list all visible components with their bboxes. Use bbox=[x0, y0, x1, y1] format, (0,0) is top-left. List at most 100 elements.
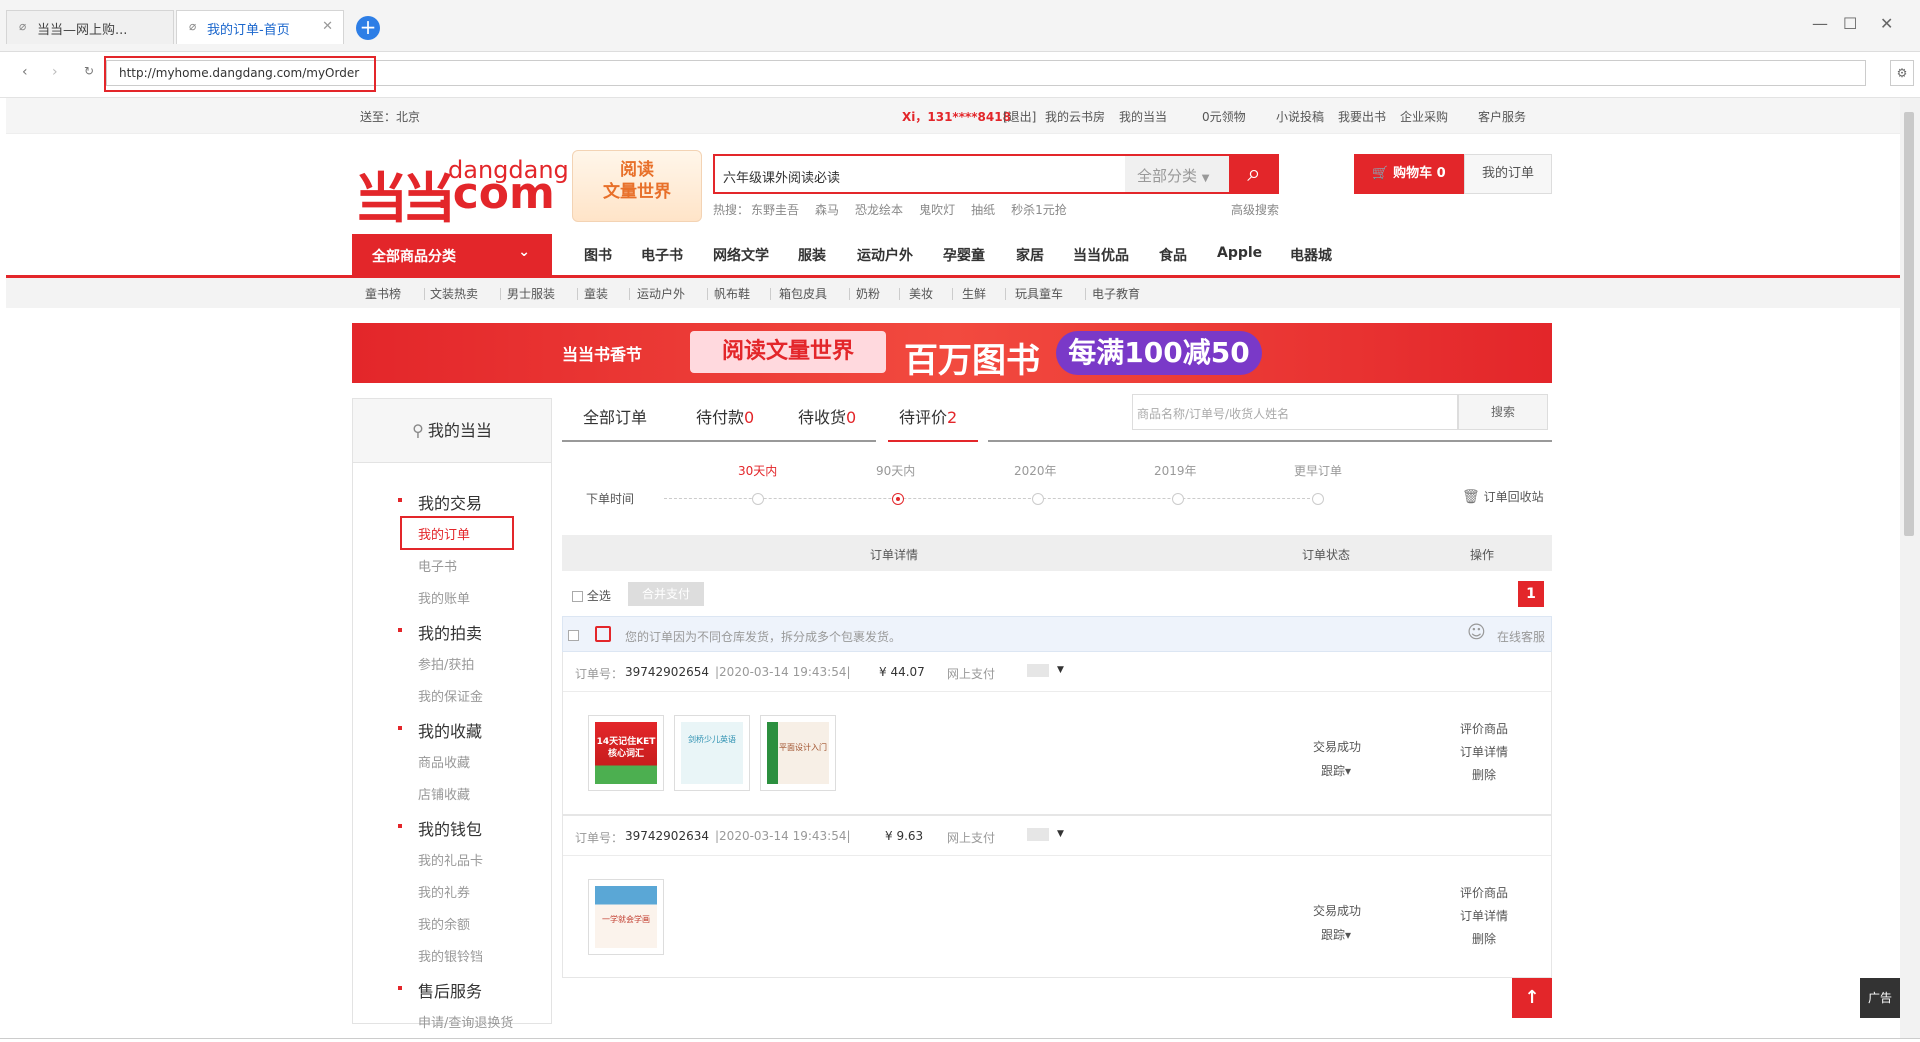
notice-checkbox[interactable] bbox=[568, 628, 579, 642]
nav-item[interactable]: 食品 bbox=[1159, 245, 1187, 265]
reading-promo-badge[interactable]: 阅读 文量世界 bbox=[572, 150, 702, 222]
dangdang-logo[interactable]: 当当 dangdang .com bbox=[354, 152, 569, 230]
sidebar-section-aftersale[interactable]: 售后服务 bbox=[398, 978, 482, 1002]
sidebar-item-bids[interactable]: 参拍/获拍 bbox=[418, 654, 474, 673]
logout-link[interactable]: [退出] bbox=[1003, 108, 1036, 125]
sidebar-section-trade[interactable]: 我的交易 bbox=[398, 490, 482, 514]
nav-item[interactable]: 孕婴童 bbox=[943, 245, 985, 265]
cart-button[interactable]: 🛒 购物车 0 bbox=[1354, 154, 1464, 194]
top-link[interactable]: 客户服务 bbox=[1478, 108, 1526, 125]
time-option-2020[interactable]: 2020年 bbox=[1014, 462, 1057, 479]
select-all[interactable]: 全选 bbox=[572, 587, 611, 604]
sub-nav-item[interactable]: 生鲜 bbox=[962, 285, 986, 302]
top-link[interactable]: 0元领物 bbox=[1202, 108, 1246, 125]
sidebar-item-balance[interactable]: 我的余额 bbox=[418, 914, 470, 933]
delete-order-link[interactable]: 删除 bbox=[1472, 928, 1496, 951]
checkbox[interactable] bbox=[568, 630, 579, 641]
hot-item[interactable]: 秒杀1元抢 bbox=[1011, 203, 1067, 217]
top-link[interactable]: 我的云书房 bbox=[1045, 108, 1105, 125]
sub-nav-item[interactable]: 童装 bbox=[584, 285, 608, 302]
tab-pending-payment[interactable]: 待付款0 bbox=[696, 404, 754, 428]
close-icon[interactable]: ✕ bbox=[322, 19, 333, 34]
sidebar-section-auction[interactable]: 我的拍卖 bbox=[398, 620, 482, 644]
time-dot[interactable] bbox=[1172, 493, 1184, 505]
sidebar-item-deposit[interactable]: 我的保证金 bbox=[418, 686, 483, 705]
nav-item[interactable]: 当当优品 bbox=[1073, 245, 1129, 265]
tab-pending-receipt[interactable]: 待收货0 bbox=[798, 404, 856, 428]
sidebar-item-product-fav[interactable]: 商品收藏 bbox=[418, 752, 470, 771]
sub-nav-item[interactable]: 帆布鞋 bbox=[714, 285, 750, 302]
order-details-link[interactable]: 订单详情 bbox=[1460, 905, 1508, 928]
sidebar-header[interactable]: ⚲ 我的当当 bbox=[353, 399, 551, 463]
forward-icon[interactable]: › bbox=[52, 64, 58, 80]
search-category-select[interactable]: 全部分类 ▼ bbox=[1125, 156, 1231, 192]
sub-nav-item[interactable]: 男士服装 bbox=[507, 285, 555, 302]
nav-item[interactable]: 图书 bbox=[584, 245, 612, 265]
hot-item[interactable]: 森马 bbox=[815, 203, 839, 217]
time-option-30d[interactable]: 30天内 bbox=[738, 462, 777, 479]
hot-item[interactable]: 鬼吹灯 bbox=[919, 203, 955, 217]
time-dot[interactable] bbox=[1312, 493, 1324, 505]
order-details-link[interactable]: 订单详情 bbox=[1460, 741, 1508, 764]
sub-nav-item[interactable]: 玩具童车 bbox=[1015, 285, 1063, 302]
delete-order-link[interactable]: 删除 bbox=[1472, 764, 1496, 787]
sub-nav-item[interactable]: 箱包皮具 bbox=[779, 285, 827, 302]
product-thumbnail[interactable]: 14天记住KET核心词汇 bbox=[588, 715, 664, 791]
search-button[interactable]: ⌕ bbox=[1229, 154, 1279, 194]
time-option-90d[interactable]: 90天内 bbox=[876, 462, 915, 479]
user-name[interactable]: Xi，131****8418 bbox=[902, 108, 1011, 125]
merge-pay-button[interactable]: 合并支付 bbox=[628, 582, 704, 606]
deliver-location[interactable]: 送至：北京 bbox=[360, 108, 420, 125]
sub-nav-item[interactable]: 奶粉 bbox=[856, 285, 880, 302]
sidebar-section-wallet[interactable]: 我的钱包 bbox=[398, 816, 482, 840]
nav-item[interactable]: Apple bbox=[1217, 245, 1262, 261]
back-icon[interactable]: ‹ bbox=[22, 64, 28, 80]
top-link[interactable]: 小说投稿 bbox=[1276, 108, 1324, 125]
ad-badge[interactable]: 广告 bbox=[1860, 978, 1900, 1018]
time-dot[interactable] bbox=[752, 493, 764, 505]
nav-item[interactable]: 运动户外 bbox=[857, 245, 913, 265]
hot-item[interactable]: 抽纸 bbox=[971, 203, 995, 217]
new-tab-button[interactable]: + bbox=[356, 16, 380, 40]
page-scrollbar[interactable] bbox=[1900, 98, 1920, 1042]
online-service-link[interactable]: 在线客服 bbox=[1497, 628, 1545, 645]
product-thumbnail[interactable]: 剑桥少儿英语 bbox=[674, 715, 750, 791]
time-option-2019[interactable]: 2019年 bbox=[1154, 462, 1197, 479]
maximize-icon[interactable]: ☐ bbox=[1843, 14, 1857, 33]
nav-item[interactable]: 服装 bbox=[798, 245, 826, 265]
order-recycle-bin[interactable]: 🗑 订单回收站 bbox=[1462, 488, 1544, 505]
minimize-icon[interactable]: — bbox=[1812, 14, 1828, 33]
sidebar-item-bells[interactable]: 我的银铃铛 bbox=[418, 946, 483, 965]
sub-nav-item[interactable]: 运动户外 bbox=[637, 285, 685, 302]
sub-nav-item[interactable]: 文装热卖 bbox=[430, 285, 478, 302]
tab-all-orders[interactable]: 全部订单 bbox=[583, 404, 647, 428]
sidebar-section-favorites[interactable]: 我的收藏 bbox=[398, 718, 482, 742]
scrollbar-thumb[interactable] bbox=[1904, 112, 1914, 536]
my-orders-button[interactable]: 我的订单 bbox=[1464, 154, 1552, 194]
all-categories-button[interactable]: 全部商品分类 ⌄ bbox=[352, 234, 552, 276]
book-festival-banner[interactable]: 当当书香节 阅读文量世界 百万图书 每满100减50 bbox=[352, 323, 1552, 383]
order-id[interactable]: 39742902654 bbox=[625, 665, 709, 679]
checkbox[interactable] bbox=[572, 591, 583, 602]
nav-item[interactable]: 家居 bbox=[1016, 245, 1044, 265]
review-product-link[interactable]: 评价商品 bbox=[1460, 718, 1508, 741]
search-input[interactable]: 六年级课外阅读必读 bbox=[723, 167, 840, 186]
settings-icon[interactable]: ⚙ bbox=[1890, 60, 1914, 86]
review-product-link[interactable]: 评价商品 bbox=[1460, 882, 1508, 905]
sidebar-item-ebook[interactable]: 电子书 bbox=[418, 556, 457, 575]
hot-item[interactable]: 东野圭吾 bbox=[751, 203, 799, 217]
advanced-search-link[interactable]: 高级搜索 bbox=[1231, 201, 1279, 218]
time-option-earlier[interactable]: 更早订单 bbox=[1294, 462, 1342, 479]
refresh-icon[interactable]: ↻ bbox=[84, 64, 94, 78]
browser-tab-my-orders[interactable]: ⌀ 我的订单-首页 ✕ bbox=[176, 10, 344, 44]
product-thumbnail[interactable]: 一学就会学画 bbox=[588, 879, 664, 955]
tab-pending-review[interactable]: 待评价2 bbox=[899, 404, 957, 428]
time-dot-selected[interactable] bbox=[892, 493, 904, 505]
nav-item[interactable]: 电器城 bbox=[1290, 245, 1332, 265]
page-number-badge[interactable]: 1 bbox=[1518, 581, 1544, 607]
sub-nav-item[interactable]: 电子教育 bbox=[1092, 285, 1140, 302]
order-search-input[interactable]: 商品名称/订单号/收货人姓名 bbox=[1132, 394, 1458, 430]
hot-item[interactable]: 恐龙绘本 bbox=[855, 203, 903, 217]
product-thumbnail[interactable]: 平面设计入门 bbox=[760, 715, 836, 791]
sub-nav-item[interactable]: 美妆 bbox=[909, 285, 933, 302]
